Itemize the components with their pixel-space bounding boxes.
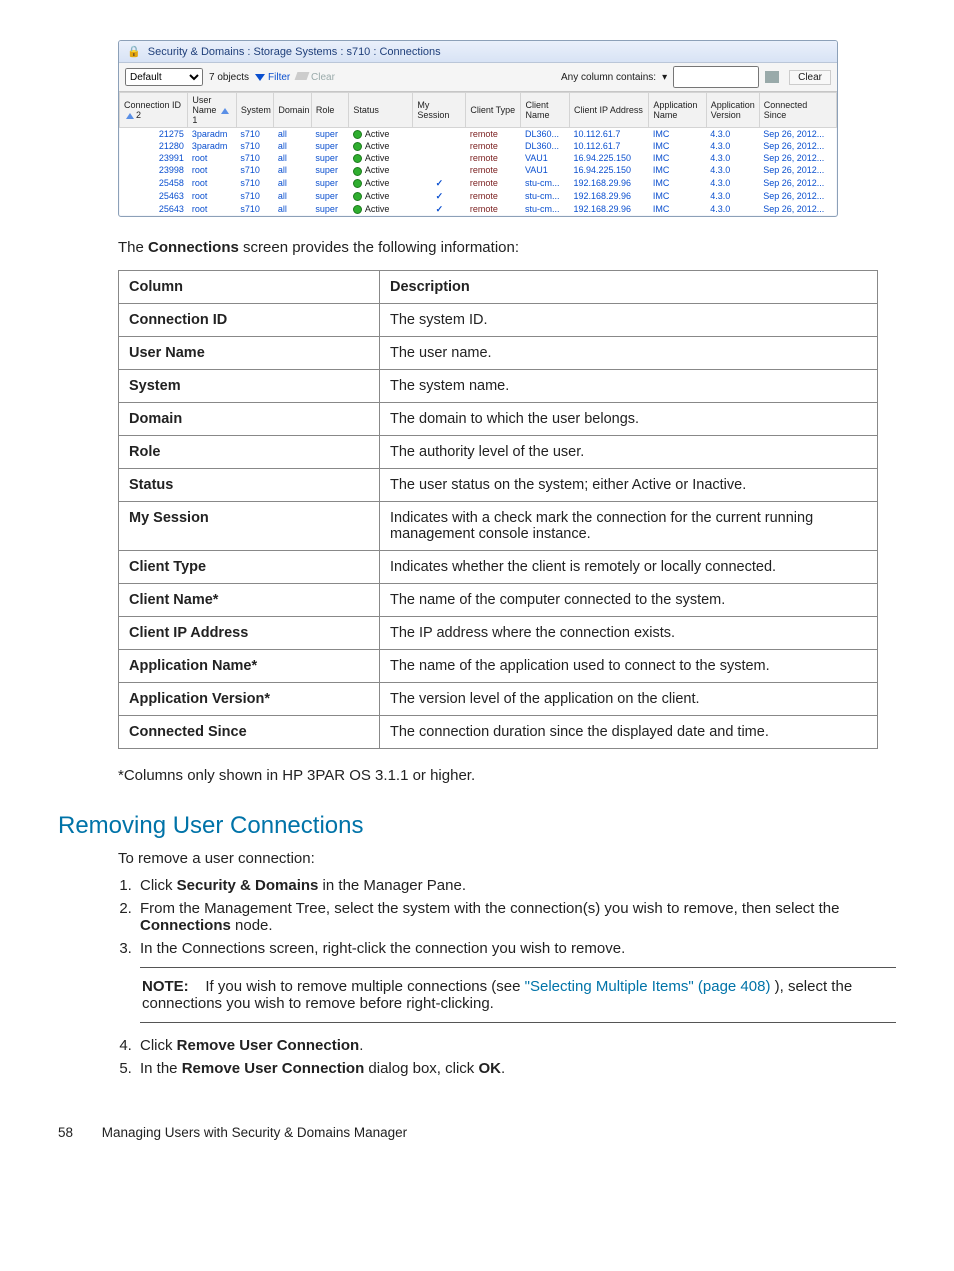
steps-list: Click Security & Domains in the Manager …: [136, 877, 896, 1077]
section-heading: Removing User Connections: [58, 812, 896, 840]
note-box: NOTE: If you wish to remove multiple con…: [140, 967, 896, 1023]
eraser-icon: [295, 72, 310, 80]
col-app-version[interactable]: Application Version: [706, 93, 759, 128]
doc-row: StatusThe user status on the system; eit…: [119, 468, 878, 501]
filter-button[interactable]: Filter: [255, 72, 290, 83]
printer-icon[interactable]: [765, 71, 779, 83]
grid-header[interactable]: Connection ID 2 User Name 1 System Domai…: [120, 93, 837, 128]
funnel-icon: [255, 74, 265, 81]
chevron-down-icon[interactable]: ▾: [662, 72, 667, 83]
clear-filter-link[interactable]: Clear: [296, 72, 335, 83]
doc-head-column: Column: [119, 270, 380, 303]
col-my-session[interactable]: My Session: [413, 93, 466, 128]
breadcrumb-text: Security & Domains : Storage Systems : s…: [148, 46, 441, 58]
note-link[interactable]: "Selecting Multiple Items" (page 408): [525, 978, 771, 995]
sort-up-icon: [126, 113, 134, 119]
clear-button[interactable]: Clear: [789, 70, 831, 85]
col-connection-id[interactable]: Connection ID 2: [120, 93, 188, 128]
columns-description-table: Column Description Connection IDThe syst…: [118, 270, 878, 749]
table-row[interactable]: 23998roots710allsuperActiveremoteVAU116.…: [120, 164, 837, 176]
toolbar: Default 7 objects Filter Clear Any colum…: [119, 63, 837, 92]
step-3: In the Connections screen, right-click t…: [136, 940, 896, 1023]
sort-up-icon: [221, 108, 229, 114]
step-1: Click Security & Domains in the Manager …: [136, 877, 896, 894]
doc-row: DomainThe domain to which the user belon…: [119, 402, 878, 435]
doc-row: User NameThe user name.: [119, 336, 878, 369]
doc-row: Connection IDThe system ID.: [119, 303, 878, 336]
col-app-name[interactable]: Application Name: [649, 93, 706, 128]
doc-row: Application Version*The version level of…: [119, 682, 878, 715]
search-input[interactable]: [673, 66, 759, 88]
doc-row: SystemThe system name.: [119, 369, 878, 402]
doc-row: Client Name*The name of the computer con…: [119, 583, 878, 616]
step-2: From the Management Tree, select the sys…: [136, 900, 896, 934]
columns-footnote: *Columns only shown in HP 3PAR OS 3.1.1 …: [118, 767, 896, 784]
col-connected-since[interactable]: Connected Since: [759, 93, 836, 128]
page-footer: 58 Managing Users with Security & Domain…: [58, 1125, 896, 1140]
connections-grid[interactable]: Connection ID 2 User Name 1 System Domai…: [119, 92, 837, 216]
table-row[interactable]: 25463roots710allsuperActive✓remotestu-cm…: [120, 190, 837, 203]
footer-title: Managing Users with Security & Domains M…: [102, 1125, 407, 1140]
doc-row: Connected SinceThe connection duration s…: [119, 715, 878, 748]
col-status[interactable]: Status: [349, 93, 413, 128]
col-client-type[interactable]: Client Type: [466, 93, 521, 128]
col-client-ip[interactable]: Client IP Address: [570, 93, 649, 128]
col-client-name[interactable]: Client Name: [521, 93, 570, 128]
doc-row: Client IP AddressThe IP address where th…: [119, 616, 878, 649]
connections-screenshot: 🔒 Security & Domains : Storage Systems :…: [118, 40, 838, 217]
step-4: Click Remove User Connection.: [136, 1037, 896, 1054]
col-role[interactable]: Role: [311, 93, 349, 128]
breadcrumb: 🔒 Security & Domains : Storage Systems :…: [119, 41, 837, 63]
table-row[interactable]: 25458roots710allsuperActive✓remotestu-cm…: [120, 177, 837, 190]
col-user-name[interactable]: User Name 1: [188, 93, 237, 128]
doc-row: Client TypeIndicates whether the client …: [119, 550, 878, 583]
col-system[interactable]: System: [236, 93, 274, 128]
col-domain[interactable]: Domain: [274, 93, 312, 128]
contains-label: Any column contains:: [561, 72, 656, 83]
steps-intro: To remove a user connection:: [118, 850, 896, 867]
object-count: 7 objects: [209, 72, 249, 83]
table-row[interactable]: 23991roots710allsuperActiveremoteVAU116.…: [120, 152, 837, 164]
doc-row: RoleThe authority level of the user.: [119, 435, 878, 468]
page-number: 58: [58, 1125, 98, 1140]
intro-text: The Connections screen provides the foll…: [118, 239, 896, 256]
table-row[interactable]: 25643roots710allsuperActive✓remotestu-cm…: [120, 203, 837, 216]
view-selector[interactable]: Default: [125, 68, 203, 86]
lock-icon: 🔒: [127, 46, 141, 58]
doc-row: My SessionIndicates with a check mark th…: [119, 501, 878, 550]
table-row[interactable]: 212753paradms710allsuperActiveremoteDL36…: [120, 128, 837, 141]
doc-head-description: Description: [380, 270, 878, 303]
step-5: In the Remove User Connection dialog box…: [136, 1060, 896, 1077]
table-row[interactable]: 212803paradms710allsuperActiveremoteDL36…: [120, 140, 837, 152]
doc-row: Application Name*The name of the applica…: [119, 649, 878, 682]
